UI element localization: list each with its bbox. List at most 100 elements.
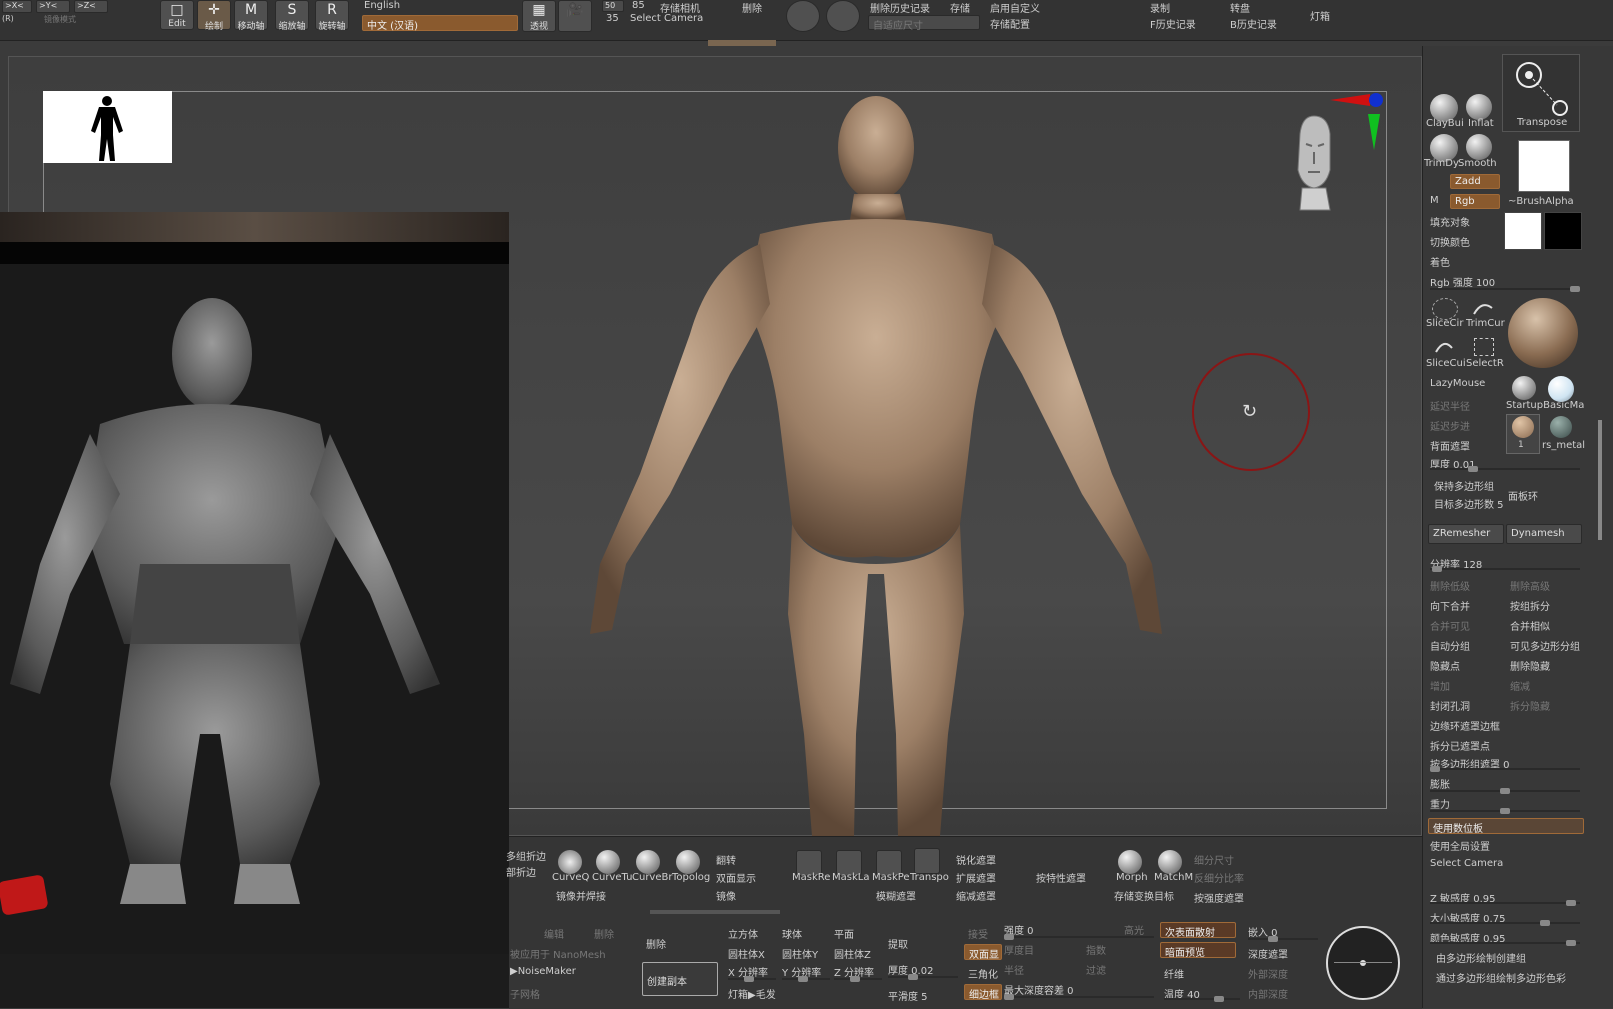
preview-toggle[interactable]: 暗面预览 [1160, 942, 1236, 959]
sculpt-sphere-icon[interactable] [786, 0, 820, 32]
subsurface-toggle[interactable]: 次表面散射 [1160, 922, 1236, 939]
expand-mask-button[interactable]: 扩展遮罩 [956, 870, 996, 885]
delete-subtool-button[interactable]: 删除 [646, 936, 666, 951]
mirror-button[interactable]: 镜像 [716, 888, 736, 903]
y-resolution-slider[interactable] [782, 976, 830, 982]
curve-bridge-icon[interactable] [636, 850, 660, 874]
z-sensitivity-slider[interactable] [1430, 900, 1580, 906]
main-color-swatch[interactable] [1504, 212, 1542, 250]
add-button[interactable]: 增加 [1430, 678, 1450, 693]
dynamesh-button[interactable]: Dynamesh [1506, 524, 1582, 544]
basic-material-icon[interactable] [1548, 376, 1574, 402]
merge-similar-button[interactable]: 合并相似 [1510, 618, 1550, 633]
color-label[interactable]: 着色 [1430, 254, 1450, 269]
plane-button[interactable]: 平面 [834, 926, 854, 941]
thickness-slider[interactable] [1430, 466, 1580, 472]
startup-material-icon[interactable] [1512, 376, 1536, 400]
double-sided-toggle[interactable]: 双面显 [964, 944, 1002, 961]
language-select[interactable]: 中文 (汉语) [362, 15, 518, 32]
split-by-group-button[interactable]: 按组拆分 [1510, 598, 1550, 613]
zadd-toggle[interactable]: Zadd [1450, 174, 1500, 189]
slicecirc-brush-icon[interactable] [1432, 298, 1458, 320]
smooth-brush-icon[interactable] [1466, 134, 1492, 160]
merge-visible-button[interactable]: 合并可见 [1430, 618, 1470, 633]
double-display-button[interactable]: 双面显示 [716, 870, 756, 885]
reduce-button[interactable]: 缩减 [1510, 678, 1530, 693]
camera-num-1[interactable]: 50 [602, 0, 624, 12]
edge-loop-mask-button[interactable]: 边缘环遮罩边框 [1430, 718, 1500, 733]
visible-polygroup-button[interactable]: 可见多边形分组 [1510, 638, 1580, 653]
delete-hidden-button[interactable]: 删除隐藏 [1510, 658, 1550, 673]
auto-size-field[interactable]: 自适应尺寸 [868, 15, 980, 32]
trimcurve-brush-icon[interactable] [1470, 298, 1494, 318]
group-mask-border-slider[interactable] [1430, 766, 1580, 772]
max-depth-slider[interactable] [1004, 994, 1154, 1000]
resolution-slider[interactable] [1430, 566, 1580, 572]
match-maker-icon[interactable] [1158, 850, 1182, 874]
undo-history-label[interactable]: 删除历史记录 [870, 0, 930, 15]
fill-object-label[interactable]: 填充对象 [1430, 214, 1470, 229]
slicecurve-brush-icon[interactable] [1434, 336, 1454, 356]
cylinder-y-button[interactable]: 圆柱体Y [782, 946, 818, 961]
color-sensitivity-slider[interactable] [1430, 940, 1580, 946]
mask-by-feature-button[interactable]: 按特性遮罩 [1036, 870, 1086, 885]
topology-icon[interactable] [676, 850, 700, 874]
inflate-slider[interactable] [1430, 788, 1580, 794]
scale-tool[interactable]: S 缩放轴 [275, 0, 309, 32]
delete-camera-label[interactable]: 删除 [742, 0, 762, 15]
edit-tool[interactable]: □ Edit [160, 0, 194, 30]
crease-label[interactable]: 部折边 [506, 864, 536, 879]
navigation-dial[interactable] [1326, 926, 1400, 1000]
axis-x-button[interactable]: >X< [2, 0, 32, 13]
save-label[interactable]: 存储 [950, 0, 970, 15]
sharpen-mask-button[interactable]: 锐化遮罩 [956, 852, 996, 867]
mirror-weld-button[interactable]: 镜像并焊接 [556, 888, 606, 903]
secondary-color-swatch[interactable] [1544, 212, 1582, 250]
transpose-tool-button[interactable]: Transpose [1502, 54, 1580, 132]
fine-border-toggle[interactable]: 细边框 [964, 984, 1002, 1001]
curve-tube-icon[interactable] [596, 850, 620, 874]
gravity-slider[interactable] [1430, 808, 1580, 814]
selectrect-brush-icon[interactable] [1474, 338, 1494, 356]
select-camera-label[interactable]: Select Camera [630, 13, 703, 24]
blur-mask-button[interactable]: 模糊遮罩 [876, 888, 916, 903]
head-orientation-icon[interactable] [1286, 114, 1342, 214]
use-global-label[interactable]: 使用全局设置 [1430, 838, 1490, 853]
fiber-label[interactable]: 纤维 [1164, 966, 1184, 981]
transpose-small-icon[interactable] [914, 848, 940, 874]
rgb-intensity-slider[interactable] [1430, 286, 1580, 292]
extract-thickness-slider[interactable] [888, 974, 958, 980]
shrink-mask-button[interactable]: 缩减遮罩 [956, 888, 996, 903]
cylinder-z-button[interactable]: 圆柱体Z [834, 946, 871, 961]
use-tablet-toggle[interactable]: 使用数位板 [1428, 818, 1584, 835]
depth-mask-label[interactable]: 深度遮罩 [1248, 946, 1288, 961]
triangulate-button[interactable]: 三角化 [968, 966, 998, 981]
scroll-indicator[interactable] [708, 40, 776, 46]
record-label[interactable]: 录制 [1150, 0, 1170, 15]
model-figure[interactable] [560, 94, 1200, 836]
lightbox-hair-button[interactable]: 灯箱▶毛发 [728, 986, 776, 1001]
size-sensitivity-slider[interactable] [1430, 920, 1580, 926]
material-preview-sphere[interactable] [1508, 298, 1578, 368]
metal-material-icon[interactable] [1550, 416, 1572, 438]
split-hidden-button[interactable]: 拆分隐藏 [1510, 698, 1550, 713]
b-history-label[interactable]: B历史记录 [1230, 16, 1277, 31]
z-resolution-slider[interactable] [834, 976, 882, 982]
lazymouse-label[interactable]: LazyMouse [1430, 378, 1485, 389]
store-morph-button[interactable]: 存储变换目标 [1114, 888, 1174, 903]
polygroup-color-label[interactable]: 通过多边形组绘制多边形色彩 [1436, 970, 1566, 985]
morph-icon[interactable] [1118, 850, 1142, 874]
auto-group-button[interactable]: 自动分组 [1430, 638, 1470, 653]
panel-loop-label[interactable]: 面板环 [1508, 488, 1538, 503]
silhouette-thumbnail[interactable] [43, 91, 172, 163]
sculptris-icon[interactable] [826, 0, 860, 32]
draw-polygroup-label[interactable]: 由多边形绘制创建组 [1436, 950, 1526, 965]
curve-quick-icon[interactable] [558, 850, 582, 874]
rotate-tool[interactable]: R 旋转轴 [315, 0, 349, 32]
extract-button[interactable]: 提取 [888, 936, 908, 951]
reference-image-panel[interactable] [0, 212, 509, 1008]
move-tool[interactable]: M 移动轴 [234, 0, 268, 32]
switch-color-label[interactable]: 切换颜色 [1430, 234, 1470, 249]
brush-alpha-swatch[interactable] [1518, 140, 1570, 192]
side-scrollbar[interactable] [1598, 420, 1602, 540]
